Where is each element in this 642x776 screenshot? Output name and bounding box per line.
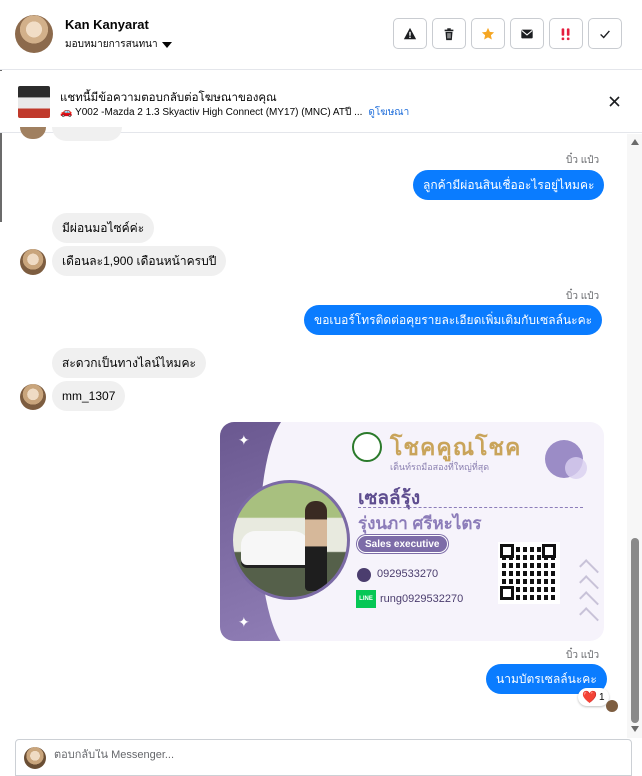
seen-avatar [606, 700, 618, 712]
message-bubble-incoming[interactable] [52, 127, 122, 141]
sparkle-icon: ✦ [238, 432, 250, 448]
qr-finder [500, 544, 514, 558]
delete-button[interactable] [432, 18, 466, 49]
message-bubble-incoming[interactable]: mm_1307 [52, 381, 126, 411]
mark-unread-button[interactable] [510, 18, 544, 49]
brand-tagline: เต็นท์รถมือสองที่ใหญ่ที่สุด [390, 462, 490, 472]
divider [358, 507, 583, 508]
person-shape [305, 501, 327, 591]
assign-label: มอบหมายการสนทนา [65, 39, 158, 50]
chevron-up-icon [579, 575, 599, 595]
sender-name: บิ๋ว แป๋ว [566, 650, 600, 661]
assign-conversation-dropdown[interactable]: มอบหมายการสนทนา [65, 37, 172, 52]
scrollbar-thumb[interactable] [631, 538, 639, 723]
trash-icon [444, 27, 454, 40]
star-icon [481, 27, 495, 40]
reaction-count: 1 [598, 691, 605, 703]
star-button[interactable] [471, 18, 505, 49]
message-bubble-outgoing[interactable]: ลูกค้ามีผ่อนสินเชื่ออะไรอยู่ไหมคะ [413, 170, 605, 200]
avatar[interactable] [20, 249, 46, 275]
car-shape [241, 531, 311, 565]
sender-name: บิ๋ว แป๋ว [566, 291, 600, 302]
phone-icon [357, 568, 371, 582]
message-bubble-outgoing[interactable]: ขอเบอร์โทรติดต่อคุยรายละเอียดเพิ่มเติมกั… [304, 305, 603, 335]
chevron-up-icon [579, 591, 599, 611]
reaction-badge[interactable]: ❤️ 1 [578, 688, 609, 706]
brand-logo [352, 432, 382, 462]
caret-down-icon [161, 41, 172, 48]
close-banner-button[interactable] [604, 91, 624, 111]
chevron-up-icon [579, 559, 599, 579]
close-icon [608, 95, 620, 107]
report-button[interactable] [393, 18, 427, 49]
check-icon [600, 29, 610, 39]
business-card-image[interactable]: ✦ ✦ โชคคูณโชค เต็นท์รถมือสองที่ใหญ่ที่สุ… [220, 422, 604, 641]
follow-up-icon [561, 27, 570, 40]
mark-done-button[interactable] [588, 18, 622, 49]
heart-icon: ❤️ [582, 690, 597, 704]
follow-up-button[interactable] [549, 18, 583, 49]
ad-banner-subtitle: 🚗 Y002 -Mazda 2 1.3 Skyactiv High Connec… [60, 105, 409, 120]
message-bubble-incoming[interactable]: เดือนละ1,900 เดือนหน้าครบปี [52, 246, 227, 276]
role-badge: Sales executive [357, 535, 448, 553]
line-app-icon: LINE [356, 590, 376, 608]
message-bubble-incoming[interactable]: สะดวกเป็นทางไลน์ไหมคะ [52, 348, 206, 378]
conversation-header: Kan Kanyarat มอบหมายการสนทนา [0, 0, 642, 70]
sender-name: บิ๋ว แป๋ว [566, 155, 600, 166]
ad-description: 🚗 Y002 -Mazda 2 1.3 Skyactiv High Connec… [60, 107, 363, 118]
avatar [24, 747, 46, 769]
salesperson-full-name: รุ่งนภา ศรีหะไตร [358, 514, 482, 533]
mail-icon [521, 29, 533, 38]
qr-finder [542, 544, 556, 558]
salesperson-nickname: เซลล์รุ้ง [358, 488, 421, 509]
scroll-up-arrow[interactable] [631, 139, 639, 145]
salesperson-photo [230, 480, 350, 600]
line-id: rung0929532270 [380, 593, 464, 605]
reply-input[interactable] [54, 749, 614, 761]
header-actions [393, 18, 622, 49]
avatar[interactable] [20, 384, 46, 410]
contact-name[interactable]: Kan Kanyarat [65, 17, 149, 32]
scroll-down-arrow[interactable] [631, 726, 639, 732]
sparkle-icon: ✦ [238, 614, 250, 630]
decor-circle [565, 457, 587, 479]
message-bubble-incoming[interactable]: มีผ่อนมอไซค์ค่ะ [52, 213, 155, 243]
avatar[interactable] [15, 15, 53, 53]
chevron-up-icon [579, 607, 599, 627]
view-ad-link[interactable]: ดูโฆษณา [368, 107, 409, 118]
warning-icon [403, 27, 417, 39]
phone-number: 0929533270 [377, 568, 439, 580]
qr-finder [500, 586, 514, 600]
reply-composer [15, 739, 632, 776]
ad-reply-banner: แชทนี้มีข้อความตอบกลับต่อโฆษณาของคุณ 🚗 Y… [0, 71, 642, 133]
ad-thumbnail[interactable] [18, 86, 50, 118]
